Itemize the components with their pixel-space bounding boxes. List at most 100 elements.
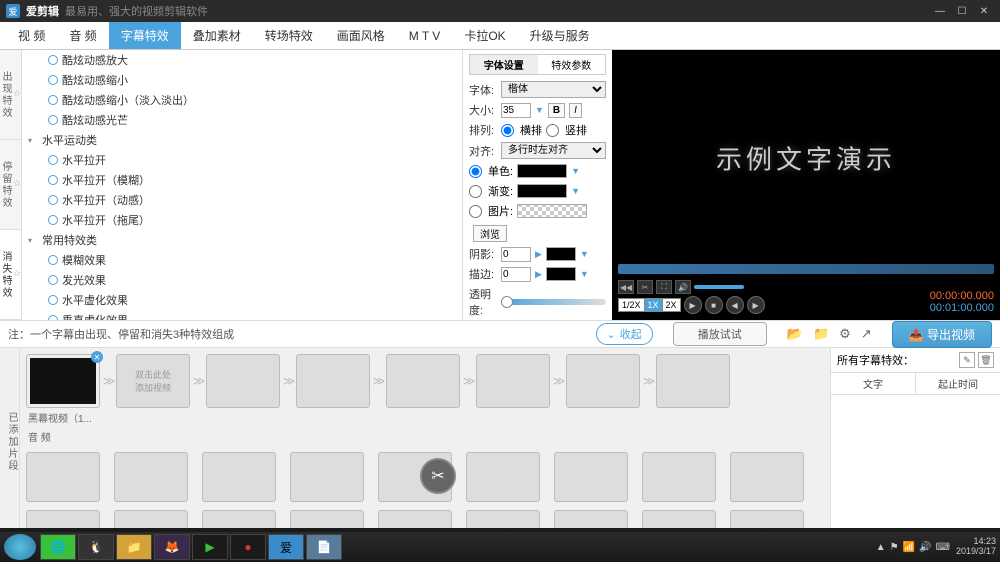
progress-bar[interactable] [618, 264, 994, 274]
audio-clip-slot[interactable] [202, 452, 276, 502]
main-tab[interactable]: 升级与服务 [518, 22, 602, 49]
effect-category[interactable]: 水平运动类 [22, 130, 462, 150]
share-icon[interactable]: ↗ [861, 326, 872, 342]
audio-clip-slot[interactable] [466, 510, 540, 528]
next-frame-button[interactable]: ▶ [747, 296, 765, 314]
effect-list[interactable]: 酷炫动感放大酷炫动感缩小酷炫动感缩小（淡入淡出）酷炫动感光芒水平运动类水平拉开水… [22, 50, 462, 320]
audio-clip-slot[interactable] [642, 510, 716, 528]
timeline-main[interactable]: ✕≫双击此处添加视频≫≫≫≫≫≫ 黑幕视频（1... 音 频 ✂ [20, 348, 830, 528]
maximize-button[interactable]: ☐ [952, 4, 972, 18]
color-swatch[interactable] [517, 164, 567, 178]
effect-item[interactable]: 水平拉开 [22, 150, 462, 170]
image-swatch[interactable] [517, 204, 587, 218]
effect-item[interactable]: 酷炫动感放大 [22, 50, 462, 70]
arrange-horizontal-radio[interactable] [501, 124, 514, 137]
main-tab[interactable]: 音 频 [57, 22, 108, 49]
main-tab[interactable]: 字幕特效 [109, 22, 181, 49]
italic-button[interactable]: I [569, 103, 582, 118]
effect-item[interactable]: 酷炫动感缩小（淡入淡出） [22, 90, 462, 110]
side-tab[interactable]: ☆出现特效 [0, 50, 21, 140]
browse-button[interactable]: 浏览 [473, 225, 507, 242]
cut-button[interactable]: ✂ [420, 458, 456, 494]
edit-icon[interactable]: ✎ [959, 352, 975, 368]
main-tab[interactable]: M T V [397, 22, 453, 49]
clip-slot[interactable] [656, 354, 730, 408]
audio-clip-slot[interactable] [26, 510, 100, 528]
effect-item[interactable]: 水平拉开（模糊） [22, 170, 462, 190]
tray-up-icon[interactable]: ▲ [876, 542, 886, 553]
tray-flag-icon[interactable]: ⚑ [890, 542, 899, 553]
rewind-button[interactable]: ◀◀ [618, 280, 634, 294]
start-button[interactable] [4, 534, 36, 560]
gradient-swatch[interactable] [517, 184, 567, 198]
close-button[interactable]: ✕ [974, 4, 994, 18]
volume-icon[interactable]: 🔊 [675, 280, 691, 294]
speed-1x[interactable]: 1X [645, 299, 663, 311]
effect-item[interactable]: 水平拉开（动感） [22, 190, 462, 210]
bold-button[interactable]: B [548, 103, 565, 118]
audio-clip-slot[interactable] [466, 452, 540, 502]
audio-clip-slot[interactable] [378, 510, 452, 528]
delete-icon[interactable]: 🗑 [978, 352, 994, 368]
effect-category[interactable]: 常用特效类 [22, 230, 462, 250]
audio-clip-slot[interactable] [642, 452, 716, 502]
volume-slider[interactable] [694, 285, 744, 289]
main-tab[interactable]: 转场特效 [253, 22, 325, 49]
effect-item[interactable]: 水平拉开（拖尾） [22, 210, 462, 230]
audio-clip-slot[interactable] [290, 510, 364, 528]
audio-clip-slot[interactable] [202, 510, 276, 528]
audio-clip-slot[interactable] [290, 452, 364, 502]
audio-clip-slot[interactable] [730, 510, 804, 528]
taskbar-app-6[interactable]: ● [230, 534, 266, 560]
speed-2x[interactable]: 2X [663, 299, 680, 311]
minimize-button[interactable]: — [930, 4, 950, 18]
clip-slot[interactable]: ✕ [26, 354, 100, 408]
stroke-input[interactable] [501, 267, 531, 282]
stop-button[interactable]: ■ [705, 296, 723, 314]
solid-color-radio[interactable] [469, 165, 482, 178]
audio-clip-slot[interactable] [114, 510, 188, 528]
main-tab[interactable]: 叠加素材 [181, 22, 253, 49]
main-tab[interactable]: 画面风格 [325, 22, 397, 49]
tab-font-settings[interactable]: 字体设置 [470, 55, 538, 74]
clip-slot[interactable] [296, 354, 370, 408]
tray-volume-icon[interactable]: 🔊 [919, 542, 931, 553]
taskbar-app-1[interactable]: 🌐 [40, 534, 76, 560]
stroke-color[interactable] [546, 267, 576, 281]
clip-slot[interactable] [566, 354, 640, 408]
effect-item[interactable]: 水平虚化效果 [22, 290, 462, 310]
align-select[interactable]: 多行时左对齐 [501, 142, 606, 159]
arrange-vertical-radio[interactable] [546, 124, 559, 137]
size-input[interactable] [501, 103, 531, 118]
taskbar-app-7[interactable]: 爱 [268, 534, 304, 560]
taskbar-app-3[interactable]: 📁 [116, 534, 152, 560]
prev-frame-button[interactable]: ◀ [726, 296, 744, 314]
tray-keyboard-icon[interactable]: ⌨ [936, 542, 950, 553]
open-icon[interactable]: 📂 [787, 326, 803, 342]
font-select[interactable]: 楷体 [501, 81, 606, 98]
clip-slot[interactable] [206, 354, 280, 408]
clip-slot[interactable] [476, 354, 550, 408]
main-tab[interactable]: 视 频 [6, 22, 57, 49]
image-fill-radio[interactable] [469, 205, 482, 218]
taskbar-app-2[interactable]: 🐧 [78, 534, 114, 560]
main-tab[interactable]: 卡拉OK [452, 22, 517, 49]
effect-item[interactable]: 垂直虚化效果 [22, 310, 462, 320]
collapse-button[interactable]: ⌄收起 [596, 323, 653, 345]
effect-item[interactable]: 模糊效果 [22, 250, 462, 270]
clip-slot[interactable] [386, 354, 460, 408]
side-tab[interactable]: ☆停留特效 [0, 140, 21, 230]
taskbar-app-5[interactable]: ▶ [192, 534, 228, 560]
side-tab[interactable]: ☆消失特效 [0, 230, 21, 320]
clip-slot[interactable]: 双击此处添加视频 [116, 354, 190, 408]
export-button[interactable]: 📤 导出视频 [892, 321, 992, 348]
shadow-color[interactable] [546, 247, 576, 261]
tab-effect-params[interactable]: 特效参数 [538, 55, 606, 74]
taskbar-app-8[interactable]: 📄 [306, 534, 342, 560]
folder-icon[interactable]: 📁 [813, 326, 829, 342]
shadow-input[interactable] [501, 247, 531, 262]
play-button[interactable]: ▶ [684, 296, 702, 314]
effect-item[interactable]: 发光效果 [22, 270, 462, 290]
play-try-button[interactable]: 播放试试 [673, 322, 767, 346]
speed-half[interactable]: 1/2X [619, 299, 645, 311]
